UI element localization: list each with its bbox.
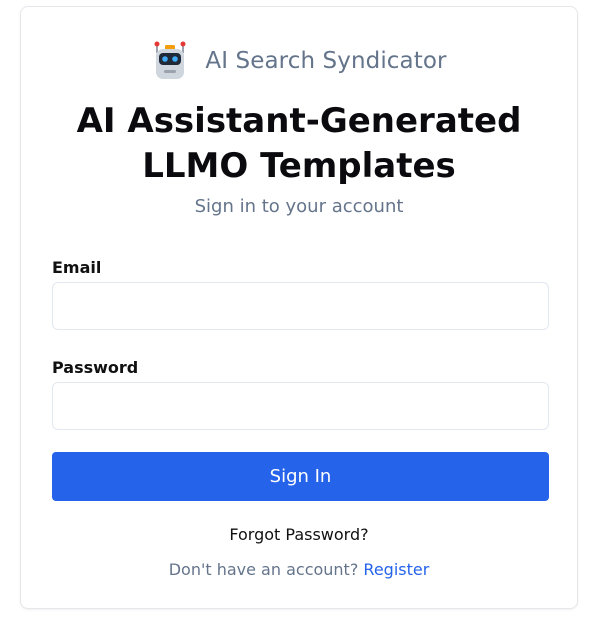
sign-in-button[interactable]: Sign In xyxy=(52,452,549,501)
brand-name: AI Search Syndicator xyxy=(205,48,447,74)
no-account-text: Don't have an account? xyxy=(168,560,359,579)
register-row: Don't have an account? Register xyxy=(21,560,577,579)
register-link[interactable]: Register xyxy=(363,560,429,579)
login-card: AI Search Syndicator AI Assistant-Genera… xyxy=(20,6,578,609)
brand-header: AI Search Syndicator xyxy=(21,41,577,81)
page-subtitle: Sign in to your account xyxy=(194,196,404,217)
email-field[interactable] xyxy=(52,282,549,330)
email-label: Email xyxy=(52,258,102,277)
page-title: AI Assistant-Generated LLMO Templates xyxy=(21,99,577,189)
forgot-password-row: Forgot Password? xyxy=(21,525,577,544)
robot-icon xyxy=(151,41,189,81)
page-title-line-2: LLMO Templates xyxy=(142,146,456,186)
forgot-password-link[interactable]: Forgot Password? xyxy=(229,525,368,544)
password-field[interactable] xyxy=(52,382,549,430)
password-label: Password xyxy=(52,358,139,377)
page-title-line-1: AI Assistant-Generated xyxy=(76,101,522,141)
